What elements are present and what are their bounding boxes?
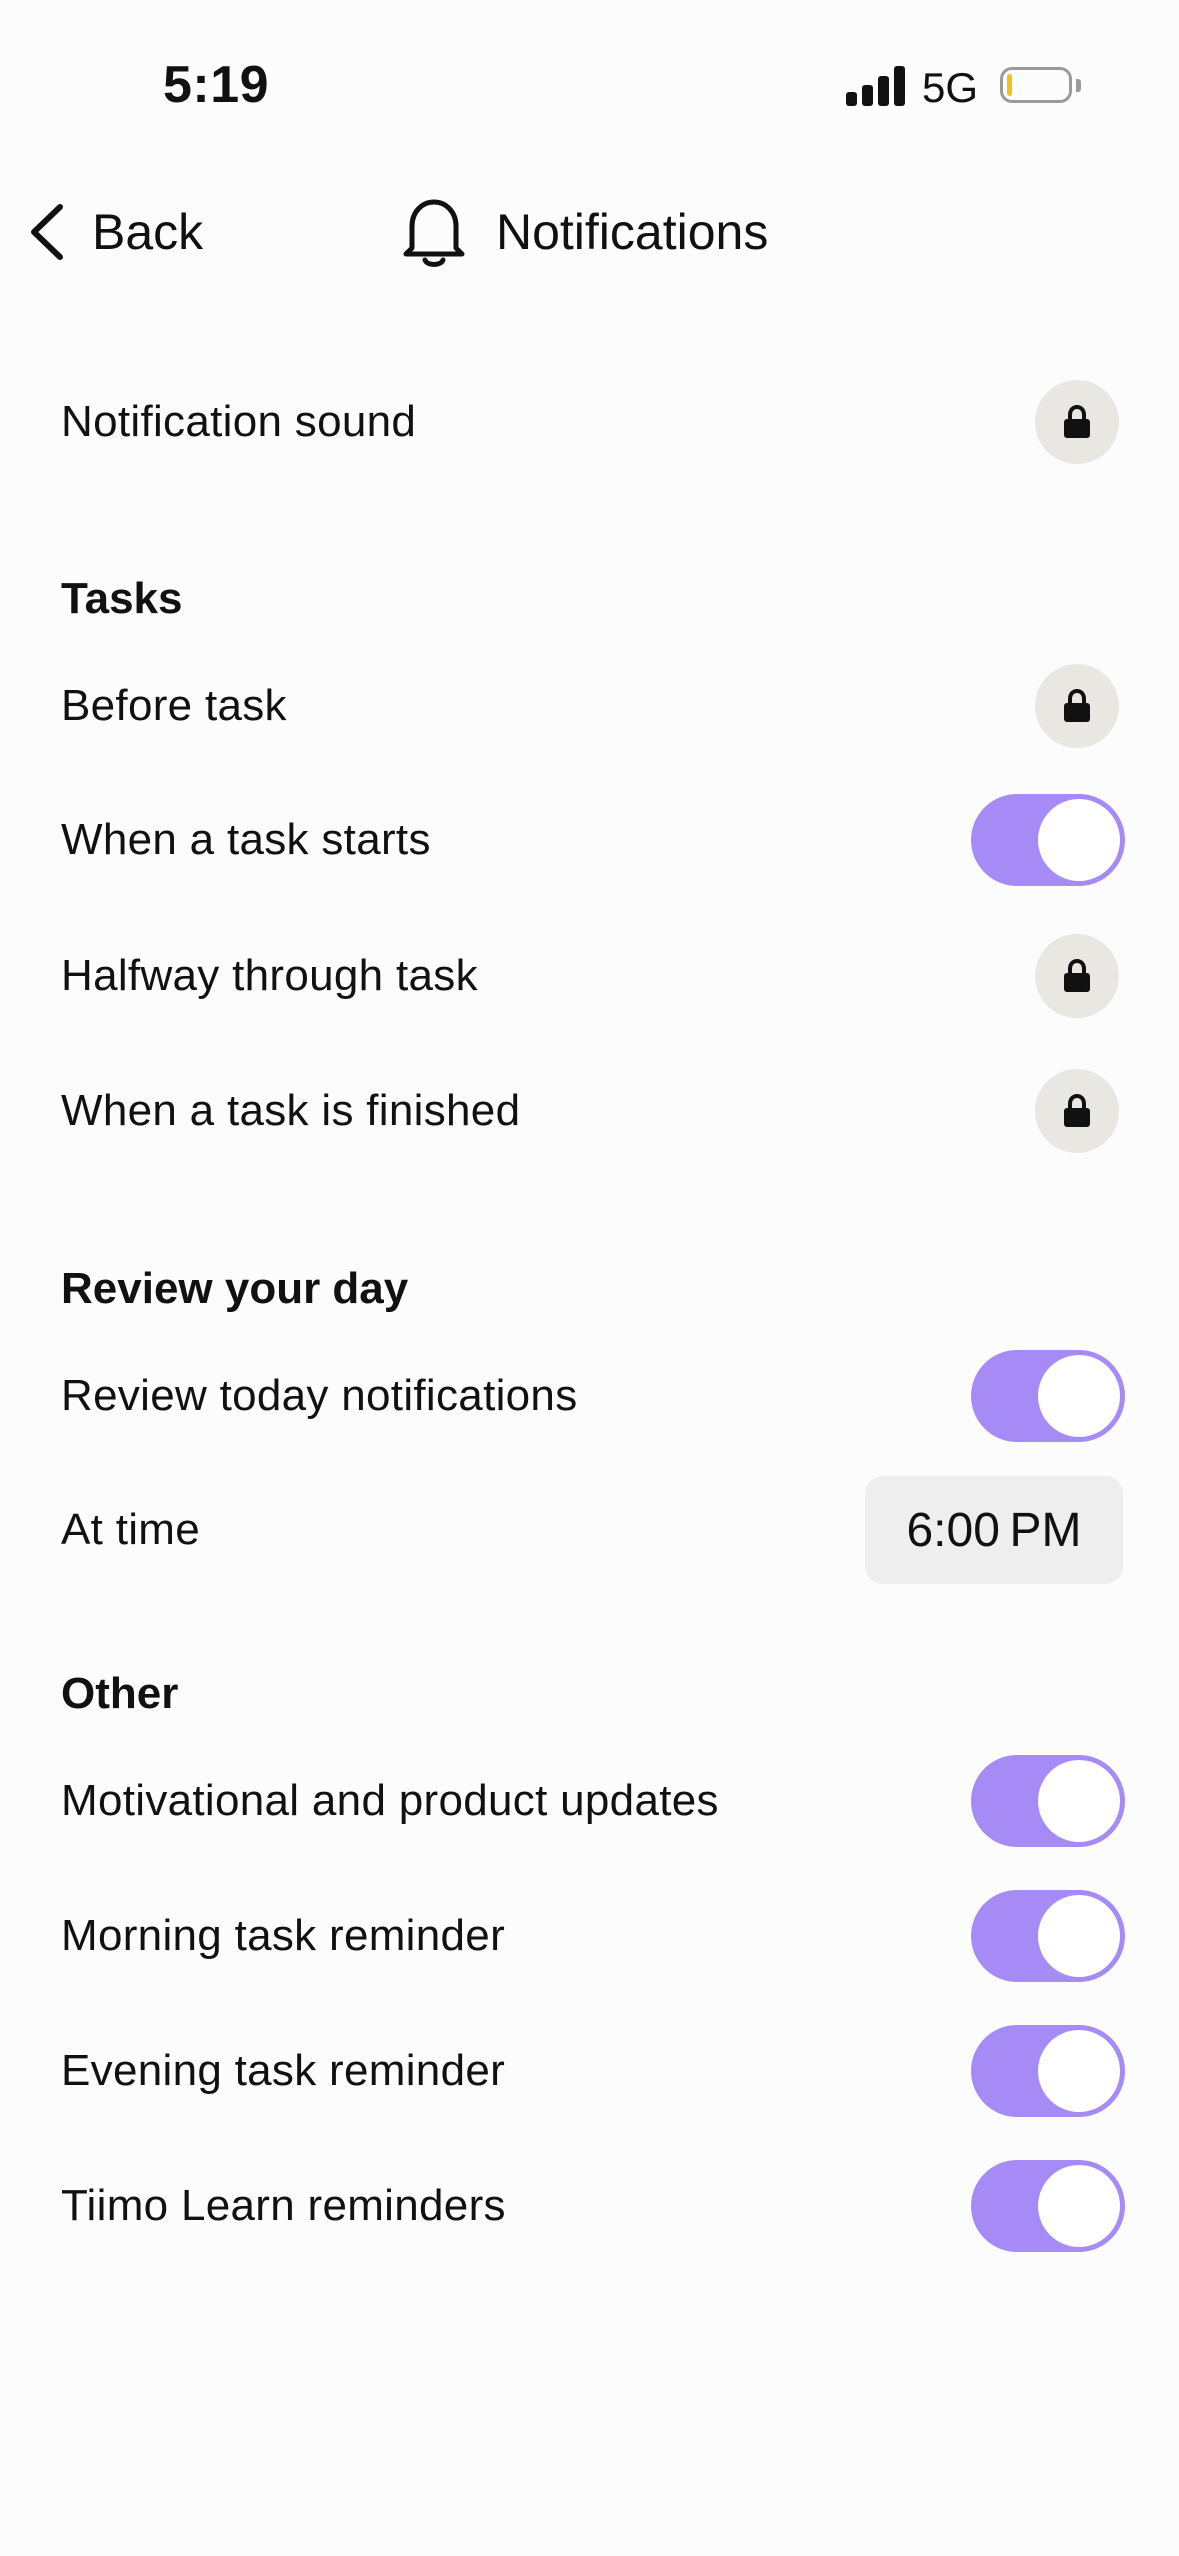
time-picker[interactable]: 6:00 PM — [865, 1476, 1123, 1584]
row-at-time[interactable]: At time 6:00 PM — [61, 1476, 1125, 1584]
toggle-switch[interactable] — [971, 2160, 1125, 2252]
row-when-task-starts[interactable]: When a task starts — [61, 794, 1125, 886]
row-label: Evening task reminder — [61, 2046, 506, 2095]
status-time: 5:19 — [163, 56, 270, 114]
lock-badge[interactable] — [1035, 664, 1119, 748]
row-label: Before task — [61, 681, 287, 730]
toggle-switch[interactable] — [971, 794, 1125, 886]
row-label: Halfway through task — [61, 951, 478, 1000]
row-label: When a task starts — [61, 815, 431, 864]
lock-icon — [1064, 1094, 1090, 1127]
toggle-knob — [1038, 1355, 1120, 1437]
row-label: Morning task reminder — [61, 1911, 506, 1960]
status-bar: 5:19 5G — [0, 0, 1179, 175]
row-label: When a task is finished — [61, 1086, 521, 1135]
back-label: Back — [92, 204, 204, 260]
battery-tip — [1076, 79, 1081, 92]
row-before-task[interactable]: Before task — [61, 664, 1125, 748]
row-morning-reminder[interactable]: Morning task reminder — [61, 1890, 1125, 1982]
row-label: At time — [61, 1505, 201, 1554]
lock-badge[interactable] — [1035, 380, 1119, 464]
row-halfway-through-task[interactable]: Halfway through task — [61, 934, 1125, 1018]
row-review-today[interactable]: Review today notifications — [61, 1350, 1125, 1442]
row-motivational-updates[interactable]: Motivational and product updates — [61, 1755, 1125, 1847]
network-type: 5G — [922, 64, 979, 111]
toggle-knob — [1038, 2165, 1120, 2247]
toggle-switch[interactable] — [971, 1890, 1125, 1982]
toggle-switch[interactable] — [971, 2025, 1125, 2117]
section-title-review: Review your day — [61, 1264, 409, 1313]
signal-strength-icon — [846, 66, 906, 106]
lock-badge[interactable] — [1035, 1069, 1119, 1153]
lock-icon — [1064, 689, 1090, 722]
nav-bar: Back Notifications — [0, 175, 1179, 285]
toggle-knob — [1038, 1760, 1120, 1842]
row-label: Motivational and product updates — [61, 1776, 719, 1825]
toggle-knob — [1038, 799, 1120, 881]
lock-icon — [1064, 405, 1090, 438]
row-label: Tiimo Learn reminders — [61, 2181, 506, 2230]
row-tiimo-learn-reminders[interactable]: Tiimo Learn reminders — [61, 2160, 1125, 2252]
battery-level — [1007, 74, 1012, 96]
row-label: Review today notifications — [61, 1371, 578, 1420]
toggle-switch[interactable] — [971, 1755, 1125, 1847]
row-label: Notification sound — [61, 397, 417, 446]
row-notification-sound[interactable]: Notification sound — [61, 380, 1125, 464]
back-button[interactable]: Back — [24, 197, 203, 267]
toggle-switch[interactable] — [971, 1350, 1125, 1442]
toggle-knob — [1038, 2030, 1120, 2112]
section-title-tasks: Tasks — [61, 574, 183, 623]
page-title: Notifications — [398, 189, 768, 275]
toggle-knob — [1038, 1895, 1120, 1977]
chevron-left-icon — [31, 204, 63, 260]
bell-icon — [403, 199, 465, 267]
lock-badge[interactable] — [1035, 934, 1119, 1018]
section-title-other: Other — [61, 1669, 179, 1718]
row-evening-reminder[interactable]: Evening task reminder — [61, 2025, 1125, 2117]
page-title-text: Notifications — [496, 204, 769, 260]
lock-icon — [1064, 959, 1090, 992]
row-when-task-finished[interactable]: When a task is finished — [61, 1069, 1125, 1153]
battery-icon — [1000, 67, 1072, 103]
